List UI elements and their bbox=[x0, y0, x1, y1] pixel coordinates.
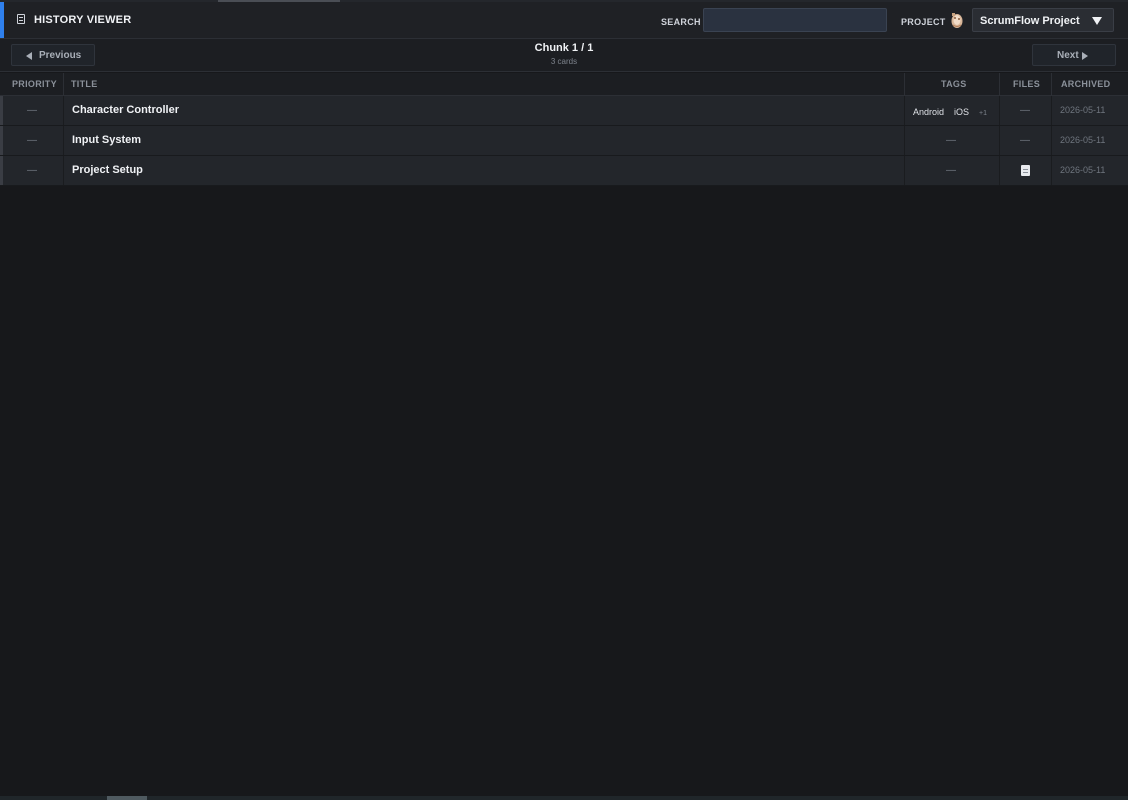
cell-divider bbox=[999, 96, 1000, 125]
project-label: PROJECT bbox=[901, 17, 946, 27]
row-priority: — bbox=[27, 105, 37, 116]
cell-divider bbox=[63, 126, 64, 155]
previous-button-label: Previous bbox=[39, 50, 82, 61]
scrollbar-thumb[interactable] bbox=[107, 796, 147, 800]
cell-divider bbox=[904, 126, 905, 155]
row-archived-date: 2026-05-11 bbox=[1060, 105, 1106, 115]
search-label: SEARCH bbox=[661, 17, 701, 27]
document-icon[interactable] bbox=[1021, 165, 1030, 176]
table-header: PRIORITY TITLE TAGS FILES ARCHIVED bbox=[0, 73, 1128, 96]
cell-divider bbox=[999, 126, 1000, 155]
horizontal-scrollbar[interactable] bbox=[0, 796, 1128, 800]
row-archived-date: 2026-05-11 bbox=[1060, 165, 1106, 175]
column-header-archived[interactable]: ARCHIVED bbox=[1061, 73, 1110, 95]
row-tags: Android iOS +1 bbox=[913, 96, 987, 125]
header-bar: HISTORY VIEWER SEARCH PROJECT ScrumFlow … bbox=[0, 2, 1128, 39]
row-title: Character Controller bbox=[72, 104, 179, 116]
cell-divider bbox=[999, 156, 1000, 185]
next-button[interactable]: Next bbox=[1032, 44, 1116, 66]
page-title: HISTORY VIEWER bbox=[34, 14, 132, 26]
column-header-tags[interactable]: TAGS bbox=[941, 73, 967, 95]
cell-divider bbox=[904, 96, 905, 125]
row-archived-date: 2026-05-11 bbox=[1060, 135, 1106, 145]
pagination-bar: Previous Chunk 1 / 1 3 cards Next bbox=[0, 39, 1128, 72]
history-list-icon bbox=[17, 14, 25, 24]
row-priority: — bbox=[27, 165, 37, 176]
project-avatar-icon bbox=[951, 13, 963, 28]
row-tags-empty: — bbox=[946, 165, 956, 176]
column-header-files[interactable]: FILES bbox=[1013, 73, 1040, 95]
chunk-indicator: Chunk 1 / 1 bbox=[534, 42, 594, 54]
cell-divider bbox=[1051, 96, 1052, 125]
column-divider bbox=[63, 73, 64, 95]
column-divider bbox=[1051, 73, 1052, 95]
tag-badge: iOS bbox=[954, 107, 970, 117]
column-header-title[interactable]: TITLE bbox=[71, 73, 98, 95]
arrow-left-icon bbox=[26, 52, 32, 60]
column-divider bbox=[904, 73, 905, 95]
header-accent-bar bbox=[0, 2, 4, 38]
history-table: PRIORITY TITLE TAGS FILES ARCHIVED — Cha… bbox=[0, 73, 1128, 186]
row-priority-marker bbox=[0, 96, 3, 125]
cell-divider bbox=[63, 96, 64, 125]
column-header-priority[interactable]: PRIORITY bbox=[12, 73, 57, 95]
arrow-right-icon bbox=[1082, 52, 1088, 60]
row-tags-empty: — bbox=[946, 135, 956, 146]
row-title: Project Setup bbox=[72, 164, 143, 176]
history-viewer-window: HISTORY VIEWER SEARCH PROJECT ScrumFlow … bbox=[0, 0, 1128, 800]
cell-divider bbox=[1051, 156, 1052, 185]
row-priority-marker bbox=[0, 126, 3, 155]
tag-overflow-count: +1 bbox=[979, 110, 988, 117]
next-button-label: Next bbox=[1057, 50, 1079, 61]
table-row[interactable]: — Input System — — 2026-05-11 bbox=[0, 126, 1128, 156]
chevron-down-icon bbox=[1092, 17, 1102, 25]
table-row[interactable]: — Project Setup — 2026-05-11 bbox=[0, 156, 1128, 186]
row-priority: — bbox=[27, 135, 37, 146]
cards-count: 3 cards bbox=[550, 57, 578, 66]
row-priority-marker bbox=[0, 156, 3, 185]
previous-button[interactable]: Previous bbox=[11, 44, 95, 66]
project-dropdown-value: ScrumFlow Project bbox=[980, 15, 1080, 27]
row-files: — bbox=[1020, 105, 1030, 116]
column-divider bbox=[999, 73, 1000, 95]
table-row[interactable]: — Character Controller Android iOS +1 — 20… bbox=[0, 96, 1128, 126]
row-files: — bbox=[1020, 135, 1030, 146]
project-dropdown[interactable]: ScrumFlow Project bbox=[972, 8, 1114, 32]
cell-divider bbox=[63, 156, 64, 185]
row-title: Input System bbox=[72, 134, 142, 146]
cell-divider bbox=[904, 156, 905, 185]
search-input[interactable] bbox=[703, 8, 887, 32]
tag-badge: Android bbox=[913, 107, 945, 117]
cell-divider bbox=[1051, 126, 1052, 155]
